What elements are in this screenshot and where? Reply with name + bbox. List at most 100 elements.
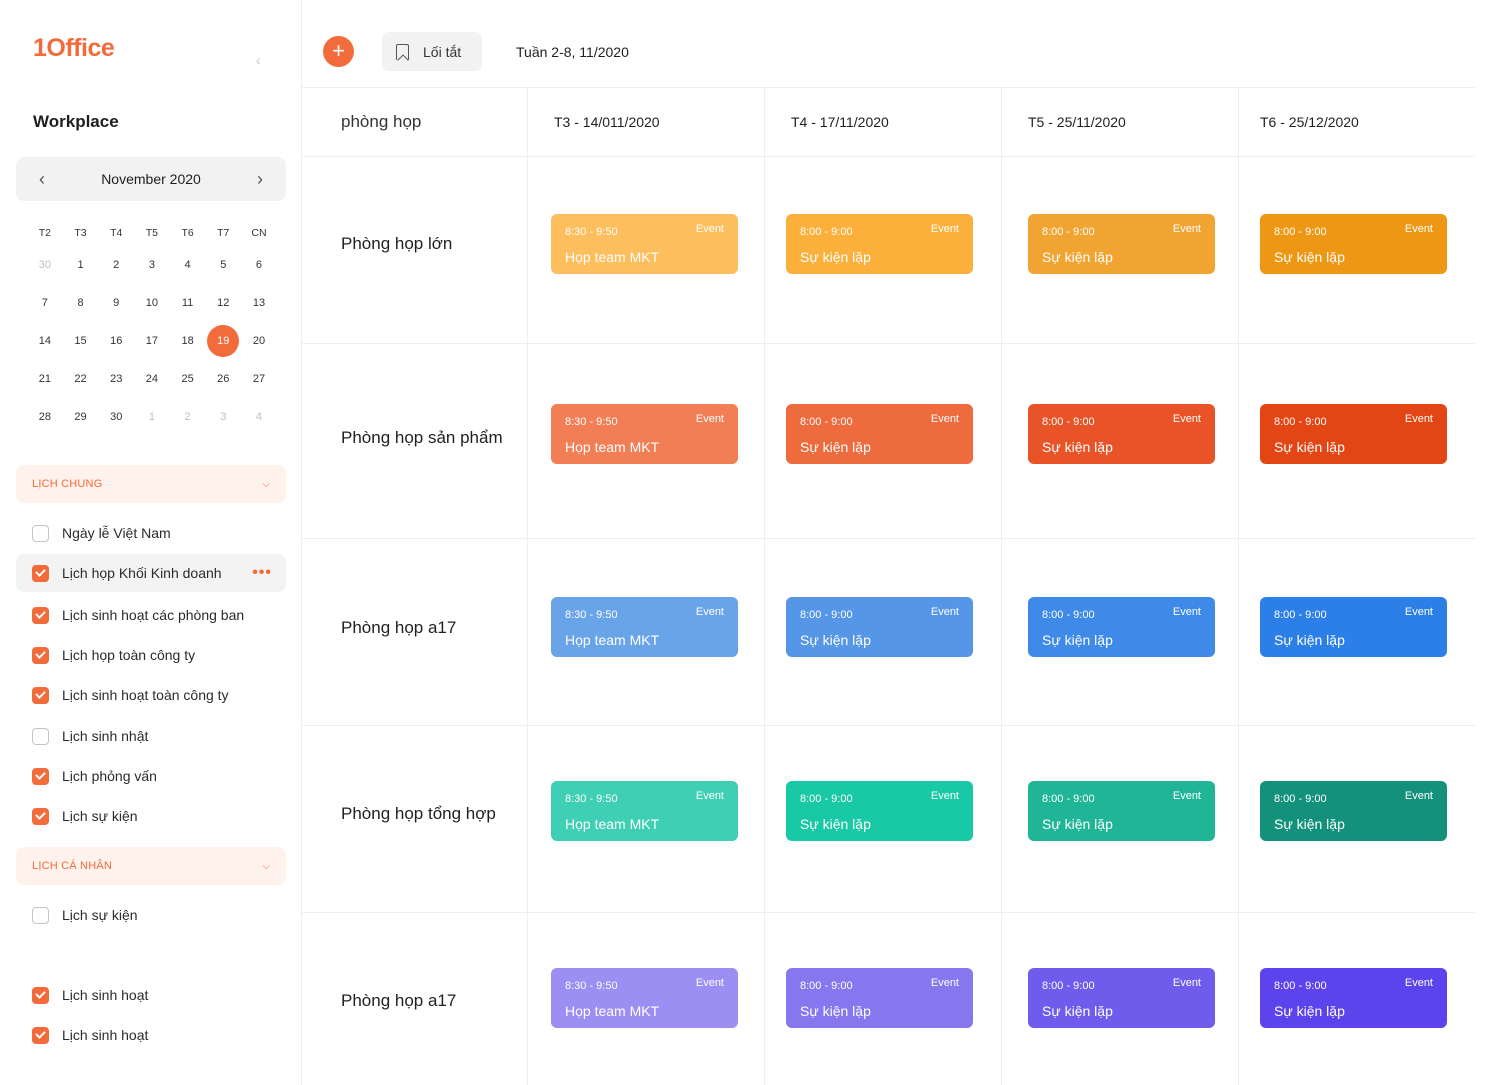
checkbox-checked[interactable] [32, 767, 49, 785]
calendar-list-item[interactable]: Ngày lễ Việt Nam [16, 514, 286, 552]
section-common-calendars[interactable]: LỊCH CHUNG ⌵ [16, 465, 286, 503]
event-time: 8:00 - 9:00 [1042, 609, 1095, 621]
event-card[interactable]: 8:00 - 9:00 Event Sự kiện lặp [786, 597, 973, 657]
calendar-day[interactable]: 16 [98, 325, 134, 357]
calendar-day[interactable]: 3 [134, 249, 170, 281]
calendar-day[interactable]: 6 [241, 249, 277, 281]
calendar-list-item[interactable]: Lịch sinh hoạt [16, 976, 286, 1014]
calendar-day[interactable]: 2 [98, 249, 134, 281]
event-card[interactable]: 8:30 - 9:50 Event Họp team MKT [551, 404, 738, 464]
checkbox-checked[interactable] [32, 686, 49, 704]
calendar-day[interactable]: 1 [63, 249, 99, 281]
more-options-icon[interactable]: ••• [252, 564, 272, 582]
checkbox-checked[interactable] [32, 986, 49, 1004]
calendar-list-item[interactable]: Lịch sinh hoạt [16, 1016, 286, 1054]
event-title: Họp team MKT [565, 249, 660, 265]
calendar-day[interactable]: 25 [170, 363, 206, 395]
event-card[interactable]: 8:30 - 9:50 Event Họp team MKT [551, 597, 738, 657]
calendar-day[interactable]: 29 [63, 401, 99, 433]
event-card[interactable]: 8:00 - 9:00 Event Sự kiện lặp [1260, 781, 1447, 841]
checkbox-checked[interactable] [32, 606, 49, 624]
event-card[interactable]: 8:00 - 9:00 Event Sự kiện lặp [786, 968, 973, 1028]
calendar-day[interactable]: 20 [241, 325, 277, 357]
event-card[interactable]: 8:30 - 9:50 Event Họp team MKT [551, 214, 738, 274]
calendar-day[interactable]: 30 [98, 401, 134, 433]
calendar-day-today[interactable]: 19 [205, 325, 241, 357]
calendar-day[interactable]: 22 [63, 363, 99, 395]
next-month-icon[interactable]: › [250, 169, 270, 190]
calendar-day[interactable]: 17 [134, 325, 170, 357]
event-card[interactable]: 8:00 - 9:00 Event Sự kiện lặp [1260, 968, 1447, 1028]
calendar-day-number: 6 [255, 259, 263, 271]
checkbox-checked[interactable] [32, 807, 49, 825]
calendar-list-item[interactable]: Lịch sinh hoạt toàn công ty [16, 676, 286, 714]
calendar-day[interactable]: 24 [134, 363, 170, 395]
calendar-day[interactable]: 15 [63, 325, 99, 357]
calendar-day[interactable]: 21 [27, 363, 63, 395]
event-time: 8:30 - 9:50 [565, 226, 618, 238]
checkbox-unchecked[interactable] [32, 727, 49, 745]
event-card[interactable]: 8:00 - 9:00 Event Sự kiện lặp [1260, 597, 1447, 657]
calendar-day[interactable]: 7 [27, 287, 63, 319]
checkbox-checked[interactable] [32, 646, 49, 664]
calendar-list-item[interactable]: Lịch họp Khối Kinh doanh ••• [16, 554, 286, 592]
event-card[interactable]: 8:30 - 9:50 Event Họp team MKT [551, 781, 738, 841]
section-personal-calendars[interactable]: LỊCH CÁ NHÂN ⌵ [16, 847, 286, 885]
shortcut-button[interactable]: Lối tắt [382, 32, 482, 71]
calendar-day[interactable]: 8 [63, 287, 99, 319]
checkbox-checked[interactable] [32, 564, 49, 582]
calendar-day[interactable]: 3 [205, 401, 241, 433]
event-card[interactable]: 8:30 - 9:50 Event Họp team MKT [551, 968, 738, 1028]
calendar-day[interactable]: 28 [27, 401, 63, 433]
event-card[interactable]: 8:00 - 9:00 Event Sự kiện lặp [786, 214, 973, 274]
calendar-list-item-label: Lịch họp Khối Kinh doanh [62, 565, 222, 581]
checkbox-unchecked[interactable] [32, 906, 49, 924]
event-card[interactable]: 8:00 - 9:00 Event Sự kiện lặp [1028, 968, 1215, 1028]
grid-row-divider [302, 343, 1475, 344]
event-time: 8:30 - 9:50 [565, 980, 618, 992]
calendar-day[interactable]: 14 [27, 325, 63, 357]
calendar-day[interactable]: 9 [98, 287, 134, 319]
calendar-day[interactable]: 2 [170, 401, 206, 433]
calendar-list-item[interactable]: Lịch sinh hoạt các phòng ban [16, 596, 286, 634]
day-column-header: T3 - 14/011/2020 [554, 114, 660, 130]
event-time: 8:00 - 9:00 [1274, 980, 1327, 992]
calendar-day[interactable]: 23 [98, 363, 134, 395]
calendar-day[interactable]: 1 [134, 401, 170, 433]
calendar-list-item[interactable]: Lịch sự kiện [16, 797, 286, 835]
calendar-day[interactable]: 13 [241, 287, 277, 319]
calendar-day-number: 28 [38, 411, 51, 423]
calendar-day[interactable]: 18 [170, 325, 206, 357]
calendar-list-item[interactable]: Lịch họp toàn công ty [16, 636, 286, 674]
calendar-day-number: 14 [38, 335, 51, 347]
event-card[interactable]: 8:00 - 9:00 Event Sự kiện lặp [1260, 214, 1447, 274]
calendar-list-item[interactable]: Lịch sự kiện [16, 896, 286, 934]
event-card[interactable]: 8:00 - 9:00 Event Sự kiện lặp [1028, 597, 1215, 657]
calendar-day[interactable]: 27 [241, 363, 277, 395]
add-event-button[interactable]: + [323, 36, 354, 67]
event-card[interactable]: 8:00 - 9:00 Event Sự kiện lặp [786, 404, 973, 464]
calendar-day[interactable]: 12 [205, 287, 241, 319]
event-title: Sự kiện lặp [800, 816, 871, 832]
calendar-day[interactable]: 30 [27, 249, 63, 281]
calendar-day[interactable]: 10 [134, 287, 170, 319]
calendar-day[interactable]: 5 [205, 249, 241, 281]
calendar-list-item[interactable]: Lịch sinh nhật [16, 717, 286, 755]
calendar-day[interactable]: 11 [170, 287, 206, 319]
event-card[interactable]: 8:00 - 9:00 Event Sự kiện lặp [1028, 214, 1215, 274]
calendar-day[interactable]: 26 [205, 363, 241, 395]
calendar-day-number: 30 [38, 259, 51, 271]
event-tag: Event [1172, 223, 1201, 235]
calendar-day[interactable]: 4 [170, 249, 206, 281]
prev-month-icon[interactable]: ‹ [32, 169, 52, 190]
event-card[interactable]: 8:00 - 9:00 Event Sự kiện lặp [1028, 781, 1215, 841]
calendar-day-number: 27 [252, 373, 266, 385]
event-card[interactable]: 8:00 - 9:00 Event Sự kiện lặp [1260, 404, 1447, 464]
event-card[interactable]: 8:00 - 9:00 Event Sự kiện lặp [786, 781, 973, 841]
checkbox-unchecked[interactable] [32, 524, 49, 542]
calendar-list-item[interactable]: Lịch phỏng vấn [16, 757, 286, 795]
checkbox-checked[interactable] [32, 1026, 49, 1044]
calendar-day[interactable]: 4 [241, 401, 277, 433]
event-card[interactable]: 8:00 - 9:00 Event Sự kiện lặp [1028, 404, 1215, 464]
collapse-sidebar-icon[interactable]: ‹ [256, 52, 261, 68]
